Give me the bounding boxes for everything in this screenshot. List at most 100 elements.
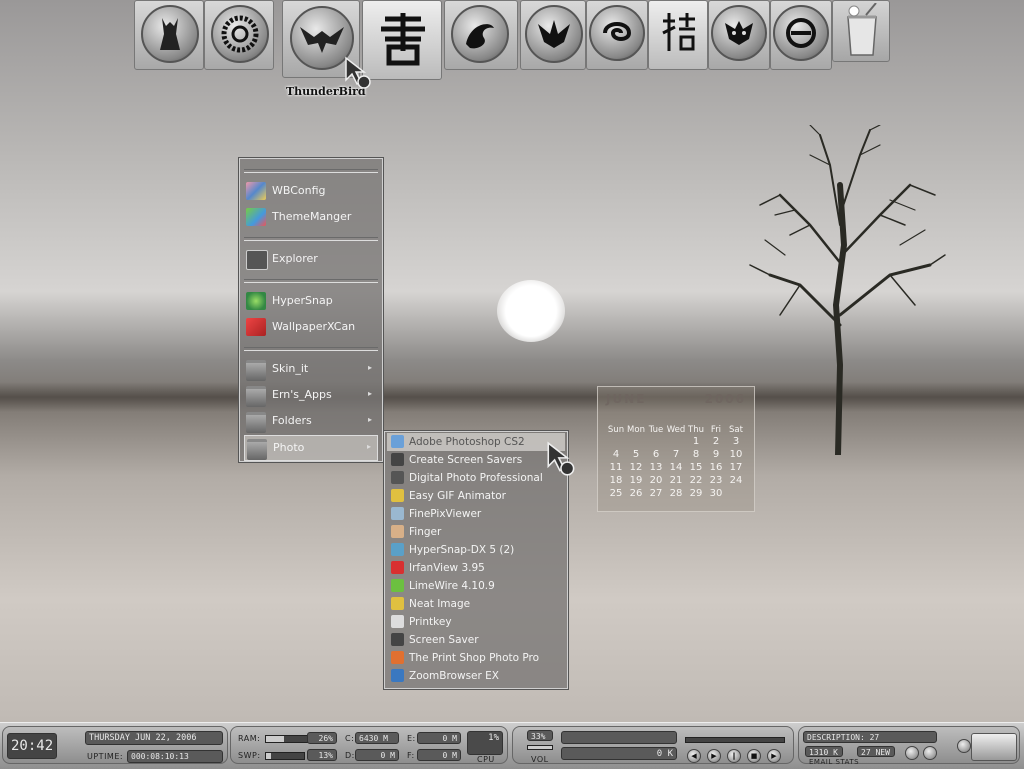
swap-bar-fill bbox=[266, 753, 271, 759]
calendar-day: 26 bbox=[629, 488, 643, 499]
submenu-item-create-screen-savers[interactable]: Create Screen Savers bbox=[387, 451, 565, 469]
calendar-day: 8 bbox=[692, 449, 700, 460]
calendar-day bbox=[726, 488, 746, 499]
menu-item-thememanager[interactable]: ThemeManger bbox=[244, 205, 378, 229]
calendar-day: 28 bbox=[669, 488, 683, 499]
calendar-day: 19 bbox=[629, 475, 643, 486]
calendar-day bbox=[626, 436, 646, 447]
menu-item-photo[interactable]: Photo ▸ bbox=[244, 435, 378, 461]
system-monitor-panel: RAM: 26% SWP: 13% C: 6430 M D: 0 M E: 0 … bbox=[230, 726, 508, 764]
folder-icon bbox=[246, 360, 266, 381]
dock-item-anubis[interactable] bbox=[134, 0, 204, 70]
calendar-day: 7 bbox=[672, 449, 680, 460]
submenu-item-printkey[interactable]: Printkey bbox=[387, 613, 565, 631]
menu-item-hypersnap[interactable]: HyperSnap bbox=[244, 289, 378, 313]
drive-f-label: F: bbox=[407, 751, 415, 760]
calendar-day: 9 bbox=[712, 449, 720, 460]
submenu-item-finepixviewer[interactable]: FinePixViewer bbox=[387, 505, 565, 523]
uptime-label: UPTIME: bbox=[87, 752, 124, 761]
email-panel: DESCRIPTION: 27 1310 K 27 NEW EMAIL STAT… bbox=[798, 726, 1020, 766]
menu-item-skin-it[interactable]: Skin_it ▸ bbox=[244, 357, 378, 381]
dock-item-dragon[interactable] bbox=[444, 0, 518, 70]
dock-item-tribal-swirl[interactable] bbox=[586, 0, 648, 70]
dock-item-kanji[interactable] bbox=[362, 0, 442, 80]
previous-button[interactable]: ◀ bbox=[687, 749, 701, 763]
submenu-item-finger[interactable]: Finger bbox=[387, 523, 565, 541]
submenu-arrow-icon: ▸ bbox=[366, 442, 371, 451]
zoombrowser-icon bbox=[391, 669, 404, 682]
tribal-mask-icon bbox=[725, 21, 753, 45]
calendar-day: 10 bbox=[729, 449, 743, 460]
calendar-day: 12 bbox=[629, 462, 643, 473]
dock-item-recycle-bin[interactable] bbox=[832, 0, 890, 62]
submenu-item-hypersnap-dx5[interactable]: HyperSnap-DX 5 (2) bbox=[387, 541, 565, 559]
next-button[interactable]: ▶ bbox=[767, 749, 781, 763]
submenu-item-digital-photo-professional[interactable]: Digital Photo Professional bbox=[387, 469, 565, 487]
taskbar: 20:42 THURSDAY JUN 22, 2006 UPTIME: 000:… bbox=[0, 722, 1024, 769]
calendar-weekday-row: Sun Mon Tue Wed Thu Fri Sat bbox=[607, 425, 743, 435]
calendar-week-row: 25 26 27 28 29 30 bbox=[606, 488, 748, 499]
drive-c-label: C: bbox=[345, 734, 355, 743]
swap-bar bbox=[265, 752, 305, 760]
drive-e-space: 0 M bbox=[417, 732, 461, 744]
dragon-icon bbox=[466, 24, 494, 49]
submenu-item-limewire[interactable]: LimeWire 4.10.9 bbox=[387, 577, 565, 595]
calendar-day: 2 bbox=[712, 436, 720, 447]
email-settings-button[interactable] bbox=[957, 739, 971, 753]
drive-f-space: 0 M bbox=[417, 749, 461, 761]
volume-slider[interactable] bbox=[527, 745, 553, 750]
cpu-label: CPU bbox=[477, 755, 495, 764]
calendar-week-row: 11 12 13 14 15 16 17 bbox=[606, 462, 748, 473]
mail-icon[interactable] bbox=[971, 733, 1017, 761]
menu-item-wbconfig[interactable]: WBConfig bbox=[244, 179, 378, 203]
thunderbird-icon bbox=[300, 27, 344, 53]
calendar-day: 25 bbox=[609, 488, 623, 499]
submenu-arrow-icon: ▸ bbox=[367, 363, 372, 372]
dock-item-tribal-face[interactable] bbox=[770, 0, 832, 70]
drive-d-space: 0 M bbox=[355, 749, 399, 761]
submenu-item-zoombrowser-ex[interactable]: ZoomBrowser EX bbox=[387, 667, 565, 685]
calendar-day: 4 bbox=[612, 449, 620, 460]
menu-item-wallpaperxcan[interactable]: WallpaperXCan bbox=[244, 315, 378, 339]
calendar-day: 29 bbox=[689, 488, 703, 499]
photo-submenu: Adobe Photoshop CS2 Create Screen Savers… bbox=[384, 431, 568, 689]
email-new-count: 27 NEW bbox=[857, 746, 895, 757]
submenu-arrow-icon: ▸ bbox=[367, 415, 372, 424]
pause-button[interactable]: ‖ bbox=[727, 749, 741, 763]
dock-item-tribal-wings[interactable] bbox=[520, 0, 586, 70]
menu-item-folders[interactable]: Folders ▸ bbox=[244, 409, 378, 433]
dock-item-tribal-mask[interactable] bbox=[708, 0, 770, 70]
submenu-item-adobe-photoshop-cs2[interactable]: Adobe Photoshop CS2 bbox=[387, 433, 565, 451]
menu-separator bbox=[244, 237, 378, 241]
email-open-button[interactable] bbox=[923, 746, 937, 760]
calendar-day: 15 bbox=[689, 462, 703, 473]
submenu-item-print-shop-photo-pro[interactable]: The Print Shop Photo Pro bbox=[387, 649, 565, 667]
folder-icon bbox=[247, 439, 267, 460]
sun bbox=[497, 280, 565, 342]
calendar-day: 13 bbox=[649, 462, 663, 473]
calendar-day: 11 bbox=[609, 462, 623, 473]
menu-item-erns-apps[interactable]: Ern's_Apps ▸ bbox=[244, 383, 378, 407]
submenu-item-neat-image[interactable]: Neat Image bbox=[387, 595, 565, 613]
drive-d-label: D: bbox=[345, 751, 355, 760]
submenu-item-irfanview[interactable]: IrfanView 3.95 bbox=[387, 559, 565, 577]
submenu-item-easy-gif-animator[interactable]: Easy GIF Animator bbox=[387, 487, 565, 505]
email-size: 1310 K bbox=[805, 746, 843, 757]
dock-item-aztec-sun[interactable] bbox=[204, 0, 274, 70]
stop-button[interactable]: ■ bbox=[747, 749, 761, 763]
kanji-2-icon bbox=[662, 13, 695, 51]
print-shop-icon bbox=[391, 651, 404, 664]
menu-item-explorer[interactable]: Explorer bbox=[244, 247, 378, 271]
play-button[interactable]: ▶ bbox=[707, 749, 721, 763]
email-stats-label: EMAIL STATS bbox=[809, 758, 860, 766]
submenu-item-screen-saver[interactable]: Screen Saver bbox=[387, 631, 565, 649]
aztec-sun-icon bbox=[221, 15, 259, 53]
dock-item-kanji-2[interactable] bbox=[648, 0, 708, 70]
calendar-day: 23 bbox=[709, 475, 723, 486]
ram-bar-fill bbox=[266, 736, 284, 742]
media-player-panel: 33% VOL 0 K ◀ ▶ ‖ ■ ▶ bbox=[512, 726, 794, 764]
track-time: 0 K bbox=[561, 747, 677, 760]
email-check-button[interactable] bbox=[905, 746, 919, 760]
seek-bar[interactable] bbox=[685, 737, 785, 743]
calendar-year: 2006 bbox=[704, 392, 746, 406]
